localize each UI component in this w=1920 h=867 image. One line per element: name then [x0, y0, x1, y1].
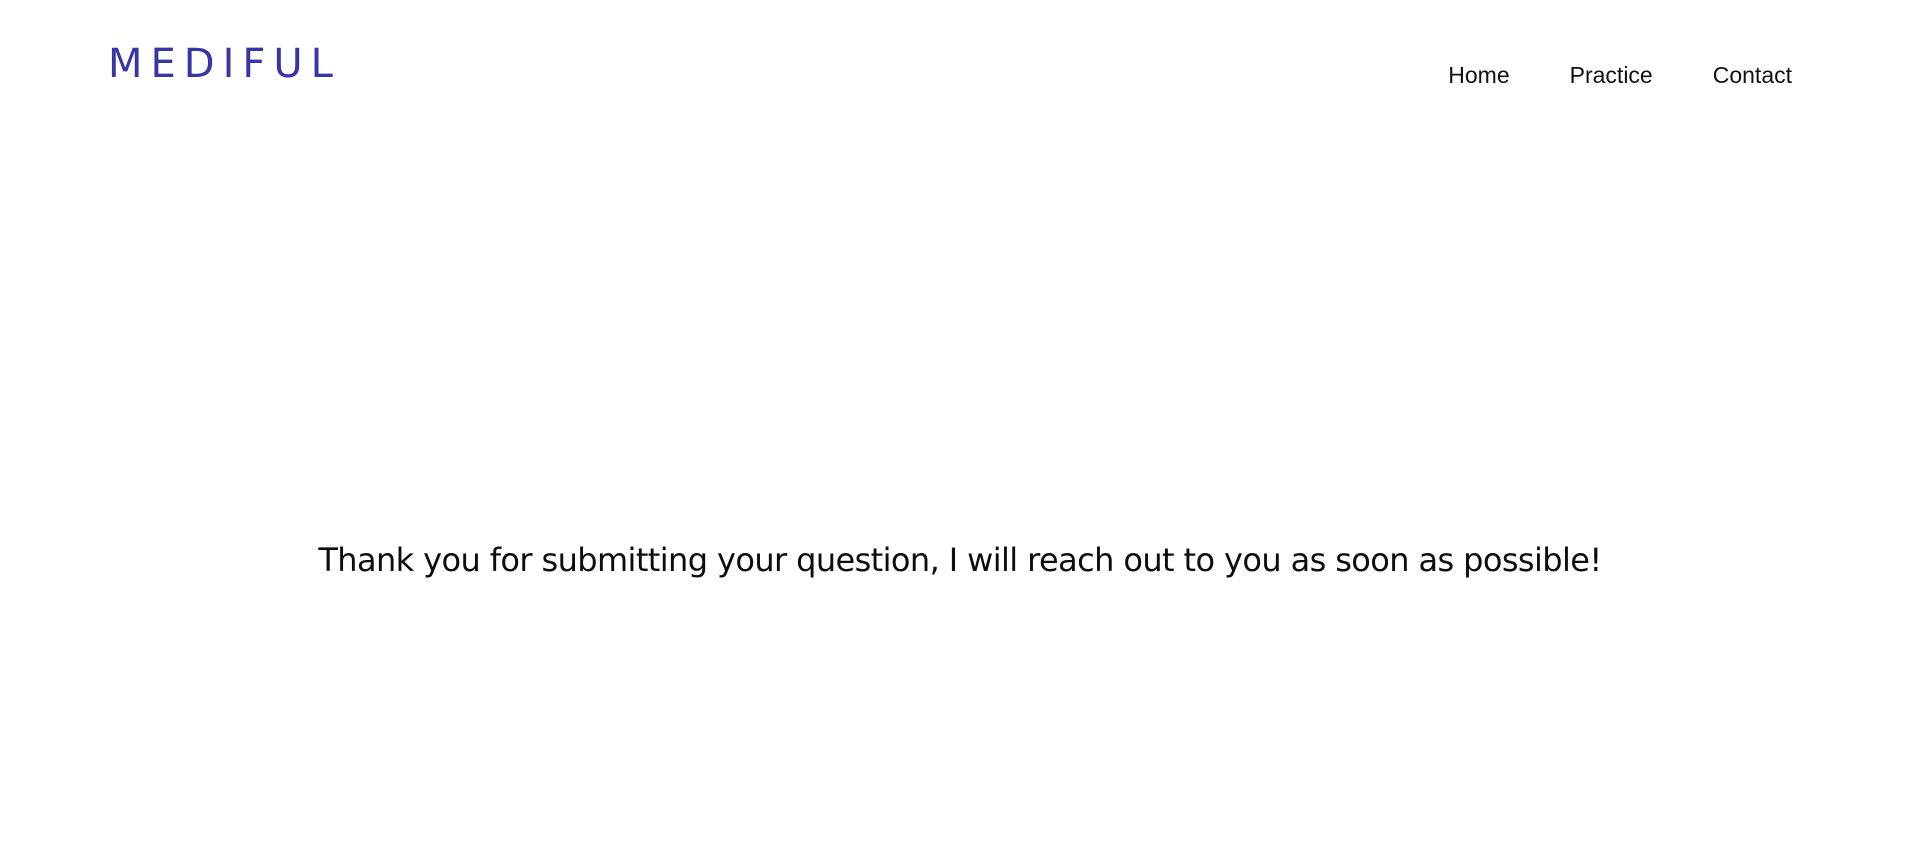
nav-link-practice[interactable]: Practice — [1570, 60, 1653, 90]
nav-link-home[interactable]: Home — [1448, 60, 1509, 90]
confirmation-message: Thank you for submitting your question, … — [318, 541, 1602, 579]
nav-link-contact[interactable]: Contact — [1713, 60, 1792, 90]
site-header: MEDIFUL Home Practice Contact — [0, 0, 1920, 130]
site-logo[interactable]: MEDIFUL — [108, 40, 341, 88]
page: MEDIFUL Home Practice Contact Thank you … — [0, 0, 1920, 867]
main-nav: Home Practice Contact — [1448, 60, 1792, 90]
